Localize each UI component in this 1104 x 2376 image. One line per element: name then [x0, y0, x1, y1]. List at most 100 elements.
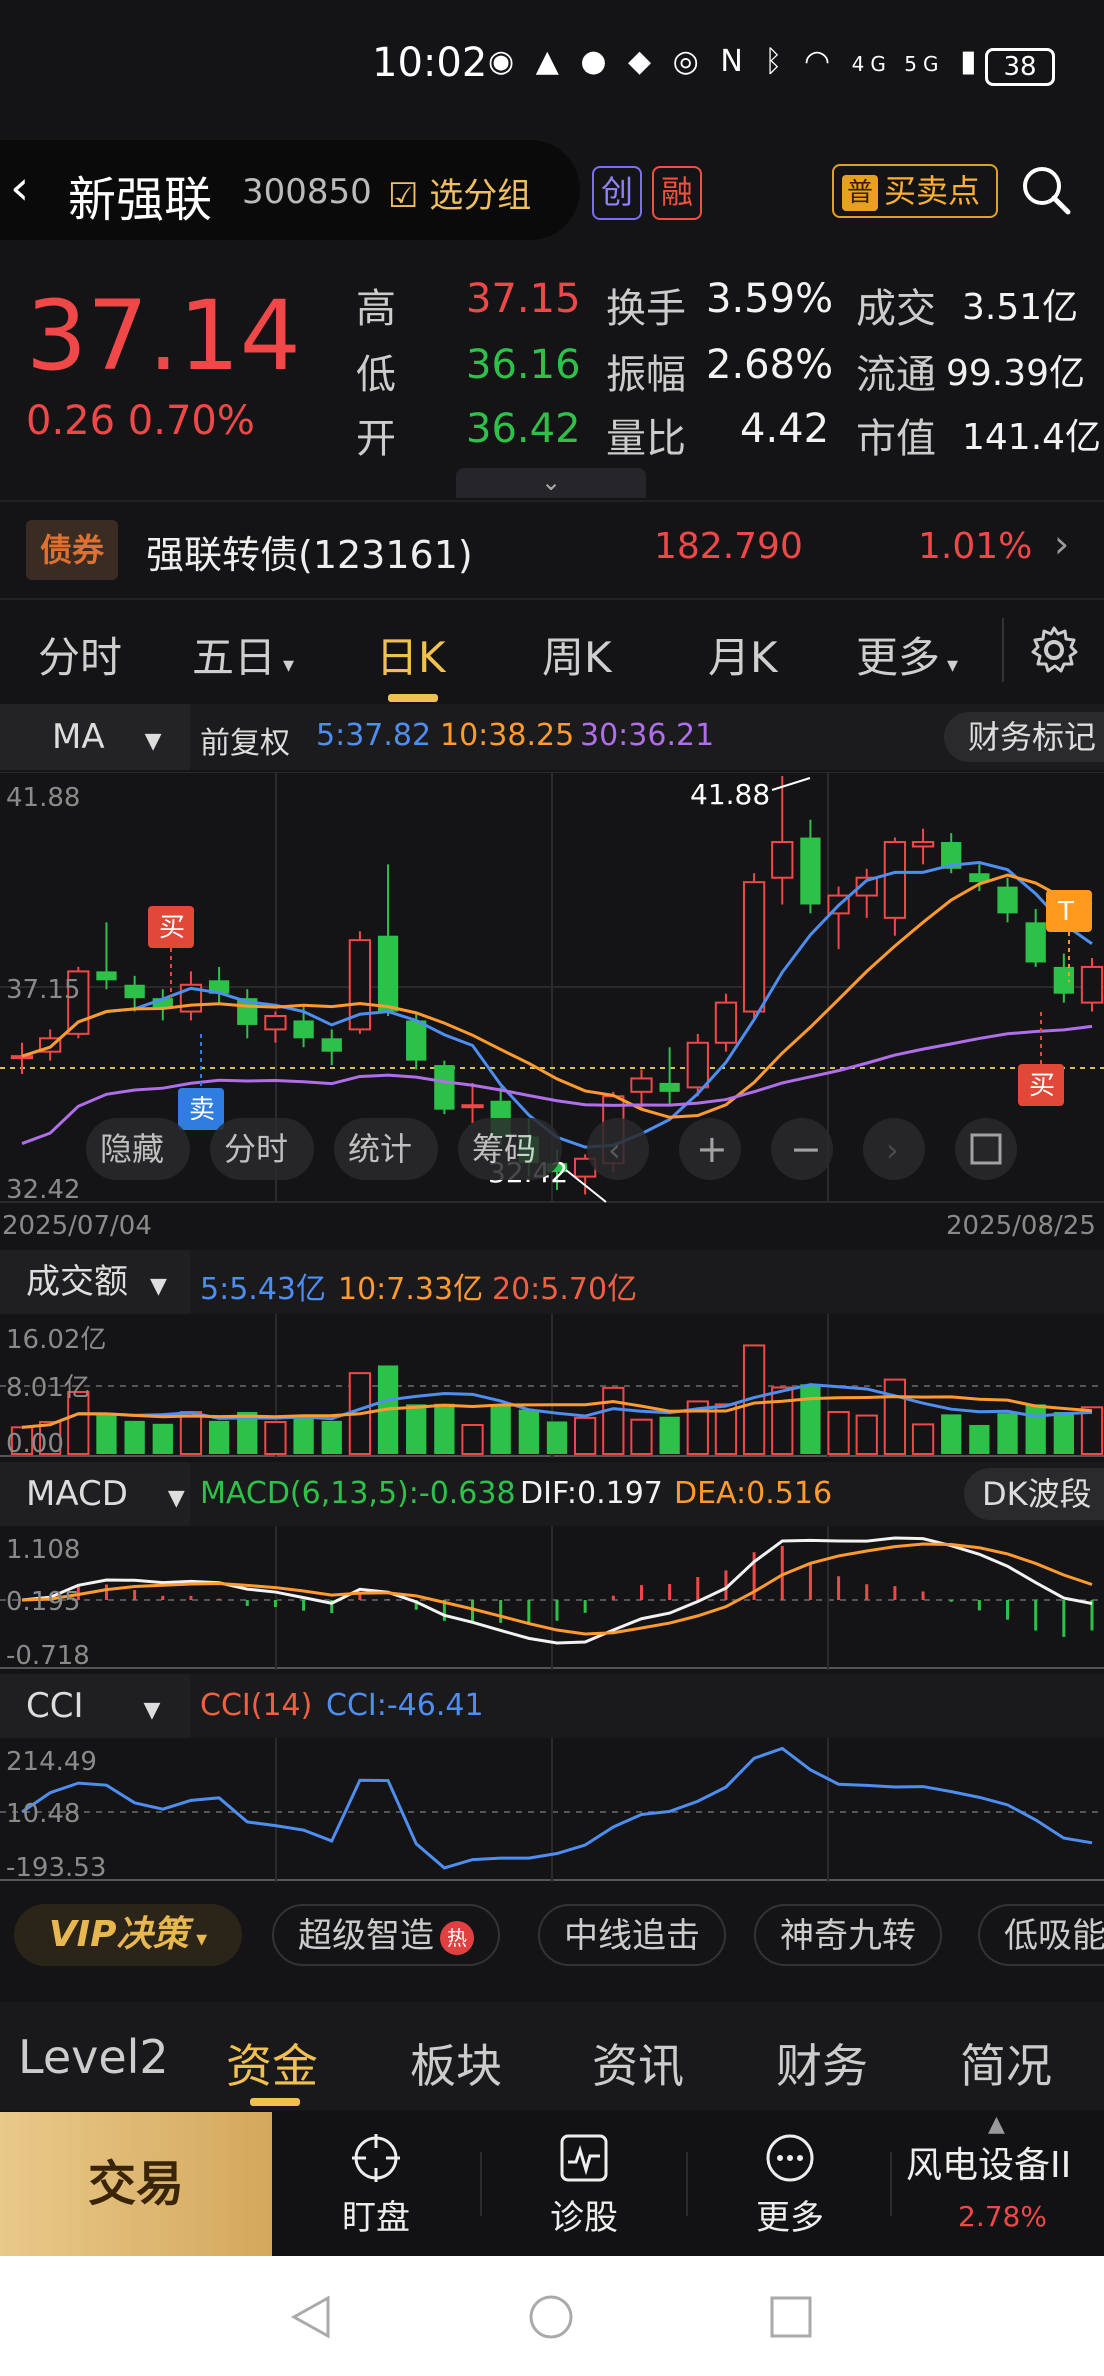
volume-bar	[659, 1416, 680, 1454]
macd-selector[interactable]: MACD ▼	[0, 1462, 190, 1526]
nav-recents-icon[interactable]	[766, 2292, 816, 2342]
buy-marker-2[interactable]: 买	[1018, 1012, 1064, 1106]
tab-sector[interactable]: 板块	[410, 2030, 502, 2096]
candle-body	[771, 841, 794, 879]
tab-weekly-k[interactable]: 周K	[542, 624, 612, 685]
cci-line	[21, 1746, 1093, 1870]
intraday-button[interactable]: 分时	[224, 1130, 288, 1168]
quote-panel: 37.14 0.26 0.70% 高 37.15 换手 3.59% 成交 3.5…	[0, 250, 1104, 500]
candle-body	[434, 1065, 455, 1110]
tab-intraday[interactable]: 分时	[38, 624, 122, 685]
period-tabs: 分时 五日 ▾ 日K 周K 月K 更多 ▾	[0, 598, 1104, 704]
turnover-label: 换手	[606, 286, 686, 332]
sell-marker[interactable]: 卖	[178, 1034, 224, 1130]
caret-down-icon: ▾	[276, 653, 295, 678]
turnover-value: 3.59%	[706, 276, 834, 322]
buy-sell-icon: 普	[842, 175, 878, 211]
date-end: 2025/08/25	[946, 1211, 1096, 1241]
ma5-value: 5:37.82	[316, 718, 432, 753]
svg-text:+: +	[696, 1127, 728, 1171]
tab-profile[interactable]: 简况	[960, 2030, 1052, 2096]
expand-chevron-icon[interactable]: ⌄	[456, 468, 646, 498]
search-icon[interactable]	[1016, 160, 1076, 220]
financial-marker-button[interactable]: 财务标记	[944, 712, 1104, 762]
volume-bar	[518, 1409, 539, 1454]
more-label: 更多	[756, 2198, 824, 2238]
current-price: 37.14	[26, 280, 301, 392]
convertible-bond-row[interactable]: 债券 强联转债(123161) 182.790 1.01% ›	[0, 500, 1104, 600]
high-annotation: 41.88	[690, 778, 770, 811]
market-cap-label: 市值	[856, 416, 936, 462]
chip-super-manufacturing[interactable]: 超级智造热	[272, 1904, 500, 1966]
fullscreen-icon[interactable]	[955, 1118, 1017, 1180]
more-button[interactable]: 更多	[730, 2132, 850, 2239]
candle-body	[10, 1055, 34, 1060]
tab-daily-k[interactable]: 日K	[376, 624, 446, 685]
action-separator	[480, 2152, 482, 2216]
sell-marker-text: 卖	[189, 1095, 215, 1125]
diagnose-button[interactable]: 诊股	[524, 2132, 644, 2239]
tab-financials[interactable]: 财务	[776, 2030, 868, 2096]
caret-down-icon: ▾	[188, 1927, 208, 1952]
strategy-chip-bar: VIP决策 ▾ 超级智造热 中线追击 神奇九转 低吸能	[0, 1890, 1104, 1988]
tab-more[interactable]: 更多 ▾	[856, 624, 958, 685]
t-marker-text: T	[1057, 897, 1074, 927]
date-start: 2025/07/04	[2, 1211, 152, 1241]
nav-back-icon[interactable]	[286, 2292, 336, 2342]
hide-button[interactable]: 隐藏	[100, 1130, 164, 1168]
cci-selector-label: CCI	[26, 1686, 84, 1726]
watch-label: 盯盘	[342, 2198, 410, 2238]
open-value: 36.42	[466, 406, 581, 452]
macd-axis-mid: 0.195	[6, 1587, 80, 1617]
ma10-value: 10:38.25	[440, 718, 575, 753]
ma-selector[interactable]: MA ▼	[0, 704, 190, 770]
trade-button[interactable]: 交易	[0, 2112, 272, 2256]
app-notification-icon: ◉ ▲ ● ◆	[488, 44, 658, 79]
pulse-chart-icon	[560, 2134, 608, 2182]
caret-down-icon: ▼	[143, 1698, 161, 1723]
sector-pct: 2.78%	[958, 2200, 1047, 2233]
diagnose-label: 诊股	[550, 2198, 618, 2238]
buy-sell-points-button[interactable]: 普买卖点	[832, 164, 998, 218]
kline-chart[interactable]: 41.88 37.15 32.42 41.88 32.42 买 卖 T 买 隐藏…	[0, 772, 1104, 1252]
tab-level2[interactable]: Level2	[18, 2030, 169, 2084]
nav-home-icon[interactable]	[526, 2292, 576, 2342]
candle-body	[293, 1020, 314, 1039]
system-nav-bar	[0, 2256, 1104, 2376]
tab-monthly-k[interactable]: 月K	[708, 624, 778, 685]
dk-band-button[interactable]: DK波段	[964, 1468, 1104, 1520]
sector-name[interactable]: 风电设备II	[906, 2136, 1071, 2188]
watch-button[interactable]: 盯盘	[316, 2132, 436, 2239]
float-cap-value: 99.39亿	[946, 353, 1086, 394]
chip-magic-nine[interactable]: 神奇九转	[754, 1904, 942, 1966]
tab-capital[interactable]: 资金	[226, 2030, 318, 2096]
eye-icon: ◎	[672, 44, 705, 79]
active-tab-indicator	[388, 694, 438, 702]
high-value: 37.15	[466, 276, 581, 322]
volume-selector[interactable]: 成交额 ▼	[0, 1250, 190, 1314]
candle-body	[377, 935, 399, 1012]
volume-bar	[546, 1421, 568, 1454]
adjust-mode[interactable]: 前复权	[200, 718, 290, 762]
bond-pct: 1.01%	[918, 526, 1033, 567]
chip-low-absorb[interactable]: 低吸能	[978, 1904, 1104, 1966]
wifi-icon: ◠	[803, 44, 837, 79]
chip-midline-chase[interactable]: 中线追击	[538, 1904, 726, 1966]
cci-chart: 214.49 10.48 -193.53	[0, 1738, 1104, 1882]
svg-text:‹: ‹	[608, 1131, 621, 1169]
vip-decision-button[interactable]: VIP决策 ▾	[14, 1904, 242, 1966]
cci-selector[interactable]: CCI ▼	[0, 1674, 190, 1738]
volume-bar	[96, 1414, 117, 1454]
tab-five-day[interactable]: 五日 ▾	[192, 624, 294, 685]
cci-title: CCI(14)	[200, 1688, 313, 1723]
tab-news[interactable]: 资讯	[592, 2030, 684, 2096]
select-group-button[interactable]: ☑ 选分组	[388, 168, 531, 217]
chips-button[interactable]: 筹码	[472, 1130, 536, 1168]
stats-button[interactable]: 统计	[348, 1130, 412, 1168]
amount-label: 成交	[856, 286, 936, 332]
gear-icon[interactable]	[1028, 624, 1080, 676]
status-icons: ◉ ▲ ● ◆ ◎ N ᛒ ◠ 4G 5G ▮	[488, 44, 983, 79]
back-icon[interactable]: ‹	[10, 160, 29, 216]
macd-title: MACD(6,13,5):-0.638	[200, 1476, 516, 1511]
open-label: 开	[356, 416, 396, 462]
